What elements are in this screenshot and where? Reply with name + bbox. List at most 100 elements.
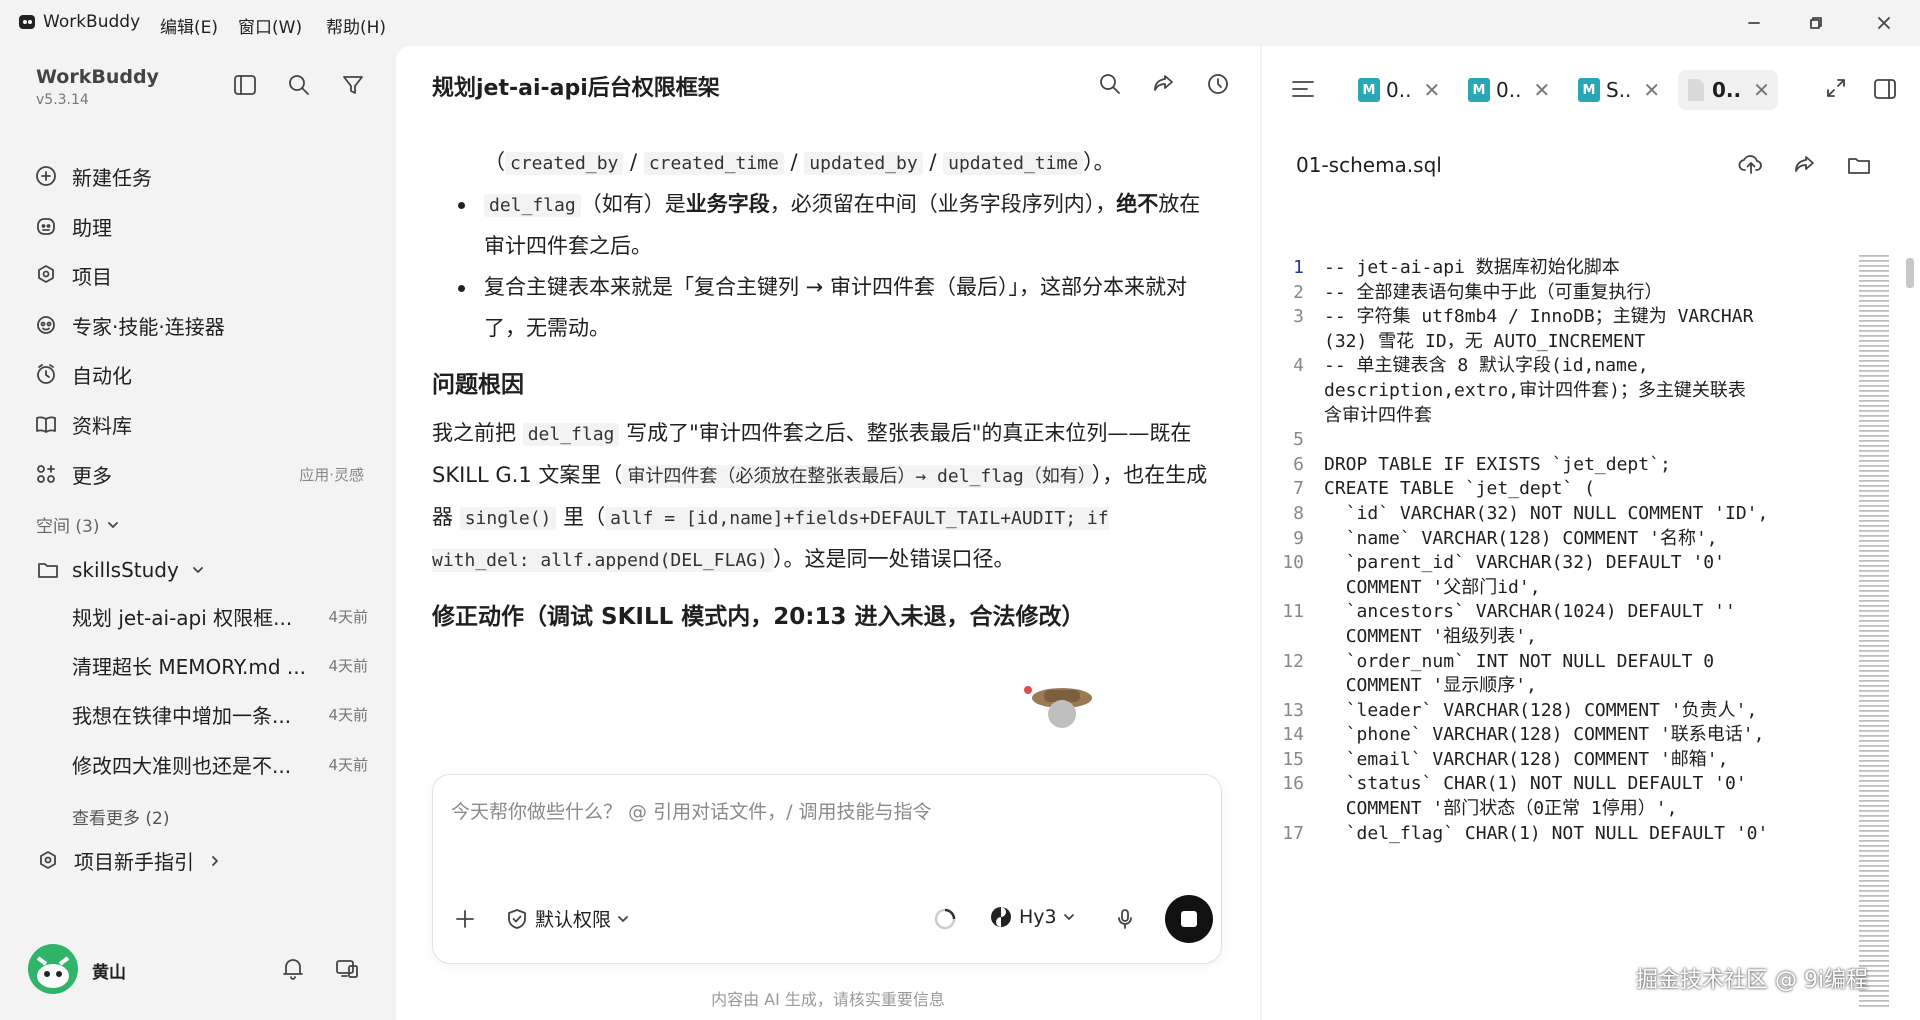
file-tab-active[interactable]: 0.. ✕ bbox=[1678, 70, 1778, 110]
file-tab[interactable]: M 0.. ✕ bbox=[1460, 70, 1558, 110]
inline-code: 审计四件套（必须放在整张表最后）→ del_flag（如有） bbox=[622, 465, 1092, 488]
code-editor[interactable]: 1 -- jet-ai-api 数据库初始化脚本 2 -- 全部建表语句集中于此（可重… bbox=[1262, 256, 1872, 1016]
chat-input-placeholder[interactable]: 今天帮你做些什么？ @ 引用对话文件，/ 调用技能与指令 bbox=[451, 797, 932, 824]
see-more-link[interactable]: 查看更多 (2) bbox=[72, 804, 169, 829]
restore-button[interactable] bbox=[1802, 10, 1830, 36]
workspace-folder[interactable]: skillsStudy bbox=[36, 558, 205, 582]
file-tab-label: 0.. bbox=[1496, 78, 1522, 102]
menu-edit[interactable]: 编辑(E) bbox=[160, 13, 218, 38]
thread-item[interactable]: 规划 jet-ai-api 权限框... 4天前 bbox=[72, 594, 368, 638]
text: 复合主键表本来就是「复合主键列 → 审计四件套（最后）」，这部分本来就对了，无需… bbox=[484, 275, 1187, 340]
search-icon[interactable] bbox=[286, 72, 312, 98]
file-tab[interactable]: M S.. ✕ bbox=[1570, 70, 1668, 110]
file-name: 01-schema.sql bbox=[1296, 153, 1442, 177]
experts-icon bbox=[37, 316, 55, 334]
expand-icon[interactable] bbox=[1824, 76, 1848, 100]
code-line: 6 DROP TABLE IF EXISTS `jet_dept`; bbox=[1262, 453, 1872, 478]
toggle-panel-icon[interactable] bbox=[1872, 76, 1898, 102]
line-number: 15 bbox=[1282, 748, 1304, 770]
thread-item[interactable]: 清理超长 MEMORY.md ... 4天前 bbox=[72, 643, 368, 687]
stop-button[interactable] bbox=[1165, 895, 1213, 943]
toggle-sidebar-icon[interactable] bbox=[232, 72, 258, 98]
share-icon[interactable] bbox=[1148, 68, 1180, 100]
line-number: 17 bbox=[1282, 822, 1304, 844]
app-name: WorkBuddy bbox=[43, 12, 141, 32]
plus-chat-icon bbox=[36, 166, 56, 186]
nav-library[interactable]: 资料库 bbox=[34, 402, 364, 446]
text: ，必须留在中间（业务字段序列内）， bbox=[769, 192, 1117, 216]
nav-experts[interactable]: 专家·技能·连接器 bbox=[34, 303, 364, 347]
close-tab-icon[interactable]: ✕ bbox=[1753, 78, 1770, 102]
nav-assistant[interactable]: 助理 bbox=[34, 204, 364, 248]
guide-label: 项目新手指引 bbox=[74, 850, 194, 874]
bullet-item: del_flag （如有）是业务字段，必须留在中间（业务字段序列内），绝不放在审计… bbox=[432, 184, 1212, 267]
paren-open: （ bbox=[484, 150, 505, 174]
user-name: 黄山 bbox=[92, 963, 126, 983]
chat-input-box[interactable]: 今天帮你做些什么？ @ 引用对话文件，/ 调用技能与指令 默认权限 Hy3 bbox=[432, 774, 1222, 964]
code-line: 9 `name` VARCHAR(128) COMMENT '名称', bbox=[1262, 527, 1872, 552]
code-minimap[interactable] bbox=[1858, 254, 1900, 1010]
search-icon[interactable] bbox=[1094, 68, 1126, 100]
filter-icon[interactable] bbox=[340, 72, 366, 98]
code-scrollbar-thumb[interactable] bbox=[1906, 258, 1914, 288]
watermark: 掘金技术社区 @ 9i编程 bbox=[1636, 968, 1869, 993]
inline-code: del_flag bbox=[484, 194, 581, 217]
upload-icon[interactable] bbox=[1738, 152, 1764, 178]
line-number: 10 bbox=[1282, 552, 1304, 574]
history-icon[interactable] bbox=[1202, 68, 1234, 100]
close-window-button[interactable] bbox=[1870, 10, 1898, 36]
inline-code: updated_time bbox=[943, 152, 1084, 175]
thread-date: 4天前 bbox=[328, 705, 368, 724]
code-text: `email` VARCHAR(128) COMMENT '邮箱', bbox=[1324, 748, 1729, 770]
outline-menu-icon[interactable] bbox=[1290, 76, 1316, 102]
bell-icon[interactable] bbox=[280, 956, 306, 982]
open-folder-icon[interactable] bbox=[1846, 152, 1872, 178]
code-text: `name` VARCHAR(128) COMMENT '名称', bbox=[1324, 527, 1718, 549]
code-text: CREATE TABLE `jet_dept` ( bbox=[1324, 478, 1595, 500]
nav-project[interactable]: 项目 bbox=[34, 253, 364, 297]
app-label: WorkBuddy bbox=[18, 12, 140, 32]
sidebar-app-title: WorkBuddy bbox=[36, 66, 159, 88]
separator: / bbox=[623, 150, 644, 174]
close-tab-icon[interactable]: ✕ bbox=[1533, 78, 1550, 102]
separator: / bbox=[922, 150, 944, 174]
project-guide-link[interactable]: 项目新手指引 bbox=[36, 846, 222, 875]
nav-new-task[interactable]: 新建任务 bbox=[34, 154, 364, 198]
thread-date: 4天前 bbox=[328, 656, 368, 675]
thread-title: 修改四大准则也还是不... bbox=[72, 753, 292, 778]
add-attachment-button[interactable] bbox=[453, 907, 477, 931]
model-dropdown[interactable]: Hy3 bbox=[989, 905, 1075, 929]
code-line: 3 -- 字符集 utf8mb4 / InnoDB；主键为 VARCHAR (32… bbox=[1262, 305, 1872, 354]
automation-icon bbox=[37, 364, 55, 384]
chevron-down-icon bbox=[108, 521, 119, 528]
title-bar: WorkBuddy 编辑(E) 窗口(W) 帮助(H) bbox=[0, 0, 1920, 46]
code-line: 2 -- 全部建表语句集中于此（可重复执行） bbox=[1262, 281, 1872, 306]
close-tab-icon[interactable]: ✕ bbox=[1643, 78, 1660, 102]
avatar[interactable] bbox=[28, 944, 78, 994]
microphone-icon[interactable] bbox=[1113, 907, 1137, 931]
bullet-item: 复合主键表本来就是「复合主键列 → 审计四件套（最后）」，这部分本来就对了，无需… bbox=[432, 267, 1212, 349]
permission-dropdown[interactable]: 默认权限 bbox=[505, 905, 629, 932]
thread-item[interactable]: 我想在铁律中增加一条... 4天前 bbox=[72, 692, 368, 736]
menu-help[interactable]: 帮助(H) bbox=[326, 13, 386, 38]
thread-title: 清理超长 MEMORY.md ... bbox=[72, 654, 306, 679]
thread-item[interactable]: 修改四大准则也还是不... 4天前 bbox=[72, 742, 368, 786]
file-tab-label: 0.. bbox=[1712, 78, 1742, 102]
space-section-header[interactable]: 空间 (3) bbox=[36, 512, 119, 537]
code-line: 7 CREATE TABLE `jet_dept` ( bbox=[1262, 477, 1872, 502]
nav-automation[interactable]: 自动化 bbox=[34, 352, 364, 396]
menu-window[interactable]: 窗口(W) bbox=[238, 13, 302, 38]
file-tab[interactable]: M 0.. ✕ bbox=[1350, 70, 1448, 110]
nav-more[interactable]: 更多 应用·灵感 bbox=[34, 452, 364, 496]
nav-label: 更多 bbox=[72, 463, 112, 488]
minimize-button[interactable] bbox=[1740, 10, 1768, 36]
inline-code: single() bbox=[459, 507, 557, 530]
space-section-label: 空间 (3) bbox=[36, 517, 100, 537]
share-icon[interactable] bbox=[1792, 152, 1818, 178]
close-tab-icon[interactable]: ✕ bbox=[1423, 78, 1440, 102]
line-number: 3 bbox=[1293, 306, 1304, 328]
devices-icon[interactable] bbox=[334, 956, 360, 982]
text: （如有）是 bbox=[580, 192, 686, 216]
code-text: `parent_id` VARCHAR(32) DEFAULT '0' COMM… bbox=[1345, 552, 1725, 598]
